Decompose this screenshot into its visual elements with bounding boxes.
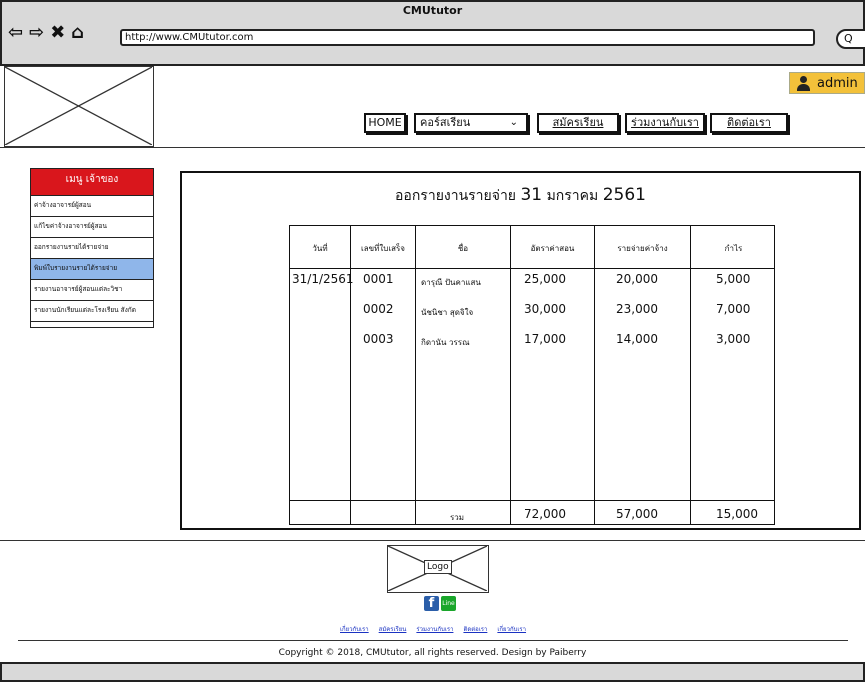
expense-report-panel: ออกรายงานรายจ่าย 31 มกราคม 2561 วันที่ เ… <box>180 171 861 530</box>
home-icon[interactable]: ⌂ <box>71 24 84 42</box>
column-header-profit: กำไร <box>724 244 743 253</box>
nav-partner-label: ร่วมงานกับเรา <box>631 116 699 129</box>
placeholder-cross <box>4 66 153 146</box>
footer-link-about-2[interactable]: เกี่ยวกับเรา <box>497 624 526 634</box>
report-day: 31 <box>520 185 543 205</box>
report-year: 2561 <box>602 185 646 205</box>
sidebar-title: เมนู เจ้าของ <box>31 169 153 196</box>
sidebar-item-students-by-school[interactable]: รายงานนักเรียนแต่ละโรงเรียน สังกัด <box>31 301 153 322</box>
user-icon <box>796 75 811 91</box>
column-header-rate: อัตราค่าสอน <box>530 244 575 253</box>
chevron-down-icon: ⌄ <box>509 117 518 128</box>
total-profit: 15,000 <box>716 507 758 521</box>
footer-link-contact[interactable]: ติดต่อเรา <box>463 624 487 634</box>
sidebar-item-income-expense-report[interactable]: ออกรายงานรายได้รายจ่าย <box>31 238 153 259</box>
sidebar-item-edit-tutor-wage[interactable]: แก้ไขค่าจ้างอาจารย์ผู้สอน <box>31 217 153 238</box>
footer-divider-top <box>0 540 865 541</box>
row-1-profit: 5,000 <box>716 272 751 286</box>
column-divider <box>350 226 351 524</box>
forward-arrow-icon[interactable]: ⇨ <box>29 24 44 42</box>
back-arrow-icon[interactable]: ⇦ <box>8 24 23 42</box>
sidebar-item-tutor-wage[interactable]: ค่าจ้างอาจารย์ผู้สอน <box>31 196 153 217</box>
header-divider <box>0 147 865 148</box>
total-label: รวม <box>450 513 465 522</box>
browser-status-bar <box>0 662 865 682</box>
row-1-date: 31/1/2561 <box>292 272 354 286</box>
column-header-wage: รายจ่ายค่าจ้าง <box>617 244 668 253</box>
report-title: ออกรายงานรายจ่าย 31 มกราคม 2561 <box>182 185 859 207</box>
row-3-name: กิดานัน วรรณ <box>421 338 470 347</box>
footer-link-register[interactable]: สมัครเรียน <box>379 624 407 634</box>
column-divider <box>510 226 511 524</box>
row-2-name: นัชนิชา สุดจิใจ <box>421 308 474 317</box>
search-icon[interactable]: Q <box>836 29 865 49</box>
close-icon[interactable]: ✖ <box>50 24 65 42</box>
footer-logo: Logo <box>387 545 489 593</box>
row-2-profit: 7,000 <box>716 302 751 316</box>
browser-toolbar: CMUtutor ⇦ ⇨ ✖ ⌂ http://www.CMUtutor.com… <box>0 0 865 66</box>
sidebar-item-print-report[interactable]: พิมพ์ใบรายงานรายได้รายจ่าย <box>31 259 153 280</box>
row-3-wage: 14,000 <box>616 332 658 346</box>
column-divider <box>690 226 691 524</box>
row-2-receipt: 0002 <box>363 302 394 316</box>
nav-partner-link[interactable]: ร่วมงานกับเรา <box>625 113 705 133</box>
row-2-rate: 30,000 <box>524 302 566 316</box>
nav-register-link[interactable]: สมัครเรียน <box>537 113 619 133</box>
nav-register-label: สมัครเรียน <box>552 116 604 129</box>
window-title: CMUtutor <box>402 4 463 17</box>
owner-sidebar: เมนู เจ้าของ ค่าจ้างอาจารย์ผู้สอน แก้ไขค… <box>30 168 154 328</box>
copyright-text: Copyright © 2018, CMUtutor, all rights r… <box>278 648 587 658</box>
url-bar[interactable]: http://www.CMUtutor.com <box>120 29 815 46</box>
column-divider <box>594 226 595 524</box>
expense-table: วันที่ เลขที่ใบเสร็จ ชื่อ อัตราค่าสอน รา… <box>289 225 775 525</box>
admin-label: admin <box>817 75 858 91</box>
nav-courses-select[interactable]: คอร์สเรียน ⌄ <box>414 113 528 133</box>
row-1-receipt: 0001 <box>363 272 394 286</box>
line-icon[interactable]: Line <box>441 596 456 611</box>
total-row-divider <box>290 500 774 501</box>
row-2-wage: 23,000 <box>616 302 658 316</box>
report-month: มกราคม <box>546 188 599 204</box>
footer-links: เกี่ยวกับเรา สมัครเรียน ร่วมงานกับเรา ติ… <box>340 624 526 634</box>
footer-divider-bottom <box>18 640 848 641</box>
column-header-date: วันที่ <box>312 244 328 253</box>
row-1-wage: 20,000 <box>616 272 658 286</box>
row-1-rate: 25,000 <box>524 272 566 286</box>
column-header-receipt: เลขที่ใบเสร็จ <box>361 244 405 253</box>
row-3-profit: 3,000 <box>716 332 751 346</box>
column-divider <box>415 226 416 524</box>
facebook-icon[interactable]: f <box>424 596 439 611</box>
row-1-name: ดารุณี ปันคาแสน <box>421 278 481 287</box>
header-row-divider <box>290 268 774 269</box>
admin-button[interactable]: admin <box>789 72 865 94</box>
header-logo-placeholder <box>4 66 154 147</box>
column-header-name: ชื่อ <box>457 244 469 253</box>
row-3-rate: 17,000 <box>524 332 566 346</box>
row-3-receipt: 0003 <box>363 332 394 346</box>
footer-link-partner[interactable]: ร่วมงานกับเรา <box>416 624 453 634</box>
nav-home-button[interactable]: HOME <box>364 113 406 133</box>
report-title-prefix: ออกรายงานรายจ่าย <box>395 188 517 204</box>
sidebar-item-tutor-by-subject[interactable]: รายงานอาจารย์ผู้สอนแต่ละวิชา <box>31 280 153 301</box>
total-wage: 57,000 <box>616 507 658 521</box>
footer-link-about[interactable]: เกี่ยวกับเรา <box>340 624 369 634</box>
nav-contact-label: ติดต่อเรา <box>727 116 771 129</box>
footer-logo-label: Logo <box>424 560 452 574</box>
nav-courses-label: คอร์สเรียน <box>420 116 471 129</box>
nav-contact-link[interactable]: ติดต่อเรา <box>710 113 788 133</box>
browser-nav: ⇦ ⇨ ✖ ⌂ <box>8 24 84 42</box>
total-rate: 72,000 <box>524 507 566 521</box>
